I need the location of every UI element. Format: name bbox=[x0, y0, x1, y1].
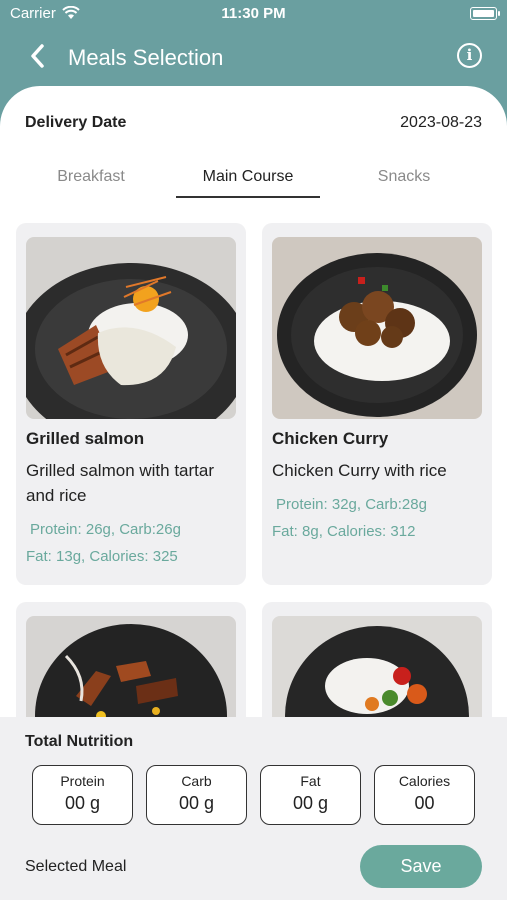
nutrition-label: Calories bbox=[398, 773, 451, 789]
nutrition-box-protein: Protein 00 g bbox=[32, 765, 133, 825]
tab-breakfast[interactable]: Breakfast bbox=[30, 168, 152, 198]
meal-macros-protein-carb: Protein: 26g, Carb:26g bbox=[30, 521, 181, 538]
nutrition-value: 00 g bbox=[292, 793, 329, 813]
clock: 11:30 PM bbox=[221, 5, 286, 22]
delivery-date-row: Delivery Date 2023-08-23 bbox=[25, 114, 482, 138]
nutrition-label: Carb bbox=[181, 773, 212, 789]
total-nutrition-title: Total Nutrition bbox=[25, 733, 134, 750]
meal-name: Chicken Curry bbox=[272, 429, 389, 448]
delivery-date-label: Delivery Date bbox=[25, 114, 127, 131]
meal-macros-protein-carb: Protein: 32g, Carb:28g bbox=[276, 496, 427, 513]
page-title: Meals Selection bbox=[68, 45, 224, 70]
nutrition-box-fat: Fat 00 g bbox=[260, 765, 361, 825]
nutrition-value: 00 g bbox=[64, 793, 101, 813]
battery-icon bbox=[470, 7, 500, 20]
meal-macros-fat-calories: Fat: 13g, Calories: 325 bbox=[26, 548, 178, 565]
info-icon[interactable]: i bbox=[457, 43, 482, 68]
chevron-left-icon[interactable] bbox=[26, 42, 50, 70]
meal-description: Chicken Curry with rice bbox=[272, 461, 447, 480]
nutrition-box-calories: Calories 00 bbox=[374, 765, 475, 825]
selected-meal-label: Selected Meal bbox=[25, 858, 127, 875]
meal-type-tabs: Breakfast Main Course Snacks bbox=[0, 168, 507, 198]
tab-main-course[interactable]: Main Course bbox=[176, 168, 320, 198]
delivery-date-value[interactable]: 2023-08-23 bbox=[400, 114, 482, 132]
meal-photo bbox=[272, 237, 482, 419]
status-bar: Carrier 11:30 PM bbox=[0, 0, 507, 28]
nutrition-value: 00 bbox=[414, 793, 435, 813]
meal-card[interactable]: Chicken Curry Chicken Curry with rice Pr… bbox=[262, 223, 492, 585]
nutrition-box-carb: Carb 00 g bbox=[146, 765, 247, 825]
nutrition-label: Fat bbox=[300, 773, 321, 789]
meal-description: Grilled salmon with tartar and rice bbox=[26, 461, 215, 505]
meal-name: Grilled salmon bbox=[26, 429, 145, 448]
nav-bar: Meals Selection i bbox=[0, 30, 507, 86]
nutrition-panel: Total Nutrition Protein 00 g Carb 00 g F… bbox=[0, 717, 507, 900]
save-button[interactable]: Save bbox=[360, 845, 482, 888]
nutrition-label: Protein bbox=[60, 773, 105, 789]
meal-photo bbox=[26, 237, 236, 419]
meal-macros-fat-calories: Fat: 8g, Calories: 312 bbox=[272, 523, 416, 540]
tab-snacks[interactable]: Snacks bbox=[345, 168, 463, 198]
nutrition-value: 00 g bbox=[178, 793, 215, 813]
meal-card[interactable]: Grilled salmon Grilled salmon with tarta… bbox=[16, 223, 246, 585]
